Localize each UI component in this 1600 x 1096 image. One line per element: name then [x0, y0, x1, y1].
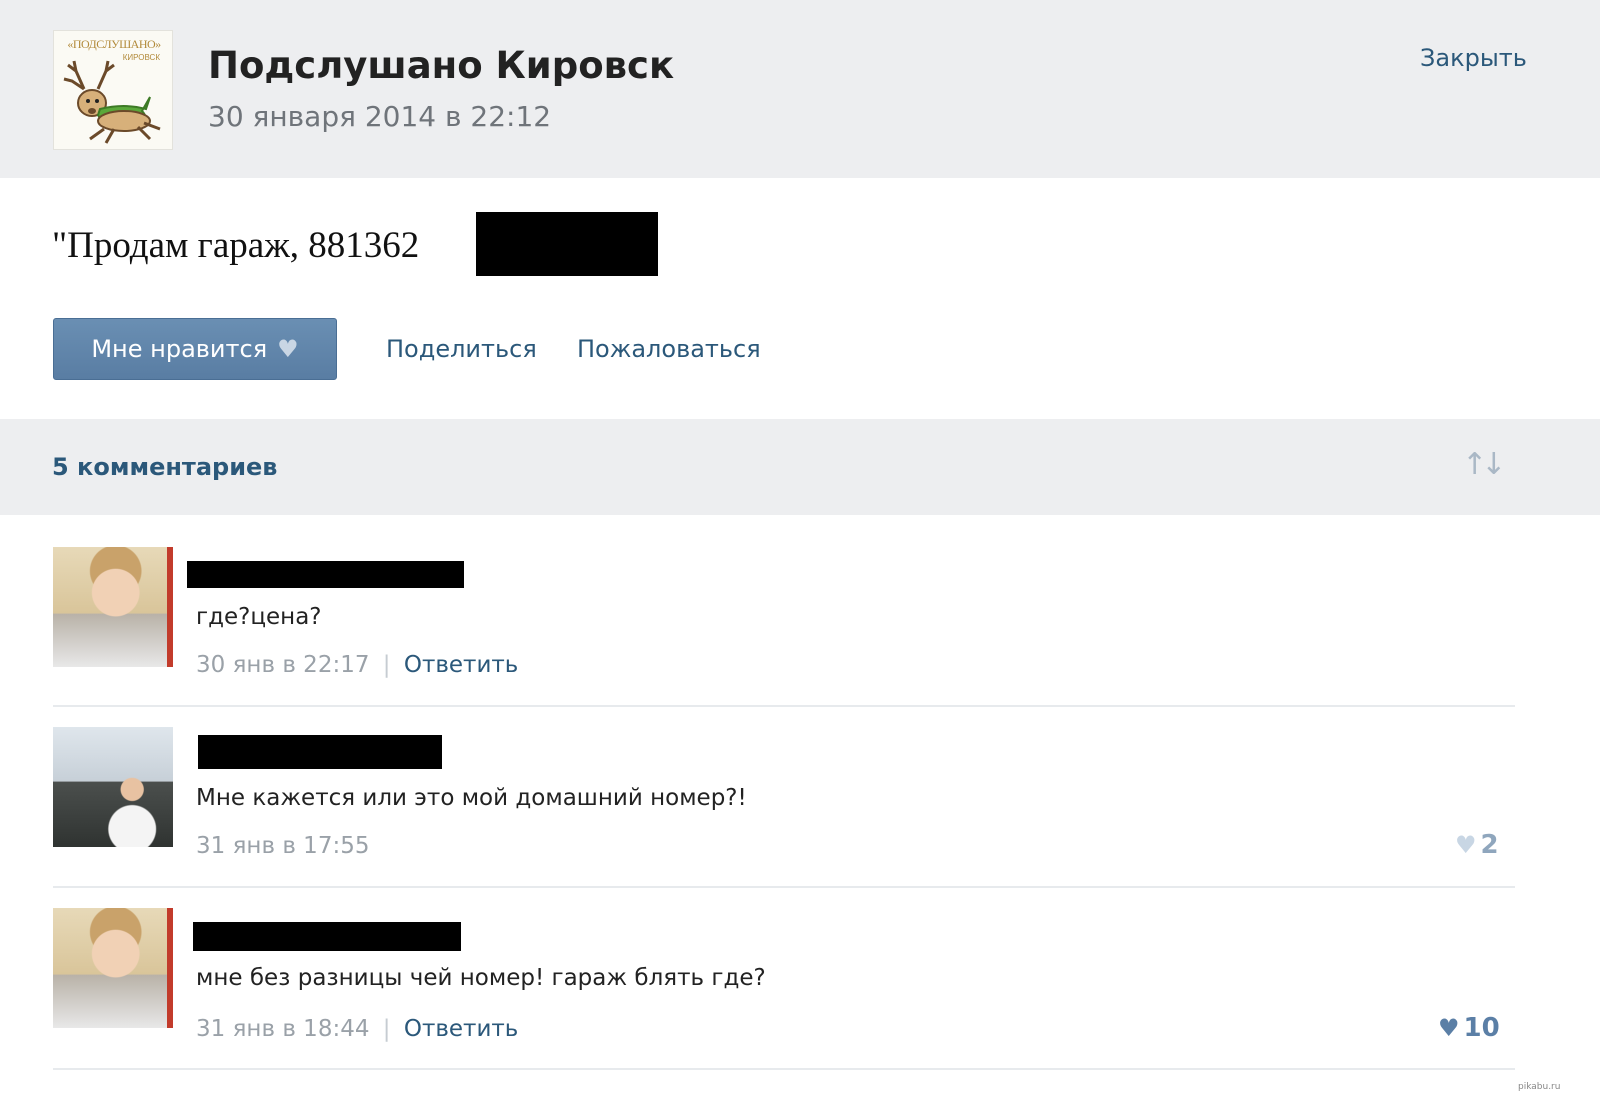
comment-like-counter[interactable]: ♥ 10 [1438, 1013, 1500, 1043]
comment-author-avatar[interactable] [53, 908, 173, 1028]
sort-arrows-icon[interactable]: ↑↓ [1462, 447, 1506, 482]
comments-count[interactable]: 5 комментариев [52, 453, 278, 481]
reply-link[interactable]: Ответить [404, 652, 519, 678]
comment-text: Мне кажется или это мой домашний номер?! [196, 785, 747, 811]
reindeer-icon [63, 60, 161, 144]
heart-icon: ♥ [1438, 1014, 1460, 1042]
post-date[interactable]: 30 января 2014 в 22:12 [208, 100, 551, 133]
like-button[interactable]: Мне нравится ♥ [53, 318, 337, 380]
comment-divider [53, 705, 1515, 707]
share-link[interactable]: Поделиться [386, 335, 537, 363]
comment-time[interactable]: 30 янв в 22:17 [196, 652, 369, 678]
like-button-label: Мне нравится [91, 335, 268, 363]
reply-link[interactable]: Ответить [404, 1016, 519, 1042]
redacted-author-name [198, 735, 442, 769]
comment-divider [53, 1068, 1515, 1070]
comment-meta: 31 янв в 17:55 [196, 833, 369, 859]
comment-time[interactable]: 31 янв в 17:55 [196, 833, 369, 859]
group-name[interactable]: Подслушано Кировск [208, 44, 674, 87]
report-link[interactable]: Пожаловаться [577, 335, 761, 363]
meta-separator: | [382, 652, 391, 678]
heart-icon: ♥ [277, 335, 299, 363]
meta-separator: | [382, 1016, 391, 1042]
comment-like-counter[interactable]: ♥ 2 [1455, 830, 1499, 860]
comment-time[interactable]: 31 янв в 18:44 [196, 1016, 369, 1042]
comment-meta: 30 янв в 22:17 | Ответить [196, 652, 518, 678]
post-header [0, 0, 1600, 178]
redacted-phone-block [476, 212, 658, 276]
avatar-logo-text: «ПОДСЛУШАНО» [67, 37, 161, 51]
comment-author-avatar[interactable] [53, 547, 173, 667]
redacted-author-name [193, 922, 461, 951]
redacted-author-name [187, 561, 464, 588]
comment-meta: 31 янв в 18:44 | Ответить [196, 1016, 518, 1042]
group-avatar[interactable]: «ПОДСЛУШАНО» КИРОВСК [53, 30, 173, 150]
comment-text: где?цена? [196, 604, 322, 630]
watermark: pikabu.ru [1518, 1082, 1561, 1092]
like-count: 10 [1463, 1013, 1500, 1043]
comment-author-avatar[interactable] [53, 727, 173, 847]
comment-text: мне без разницы чей номер! гараж блять г… [196, 965, 766, 991]
close-link[interactable]: Закрыть [1420, 44, 1527, 72]
comment-divider [53, 886, 1515, 888]
post-text: "Продам гараж, 881362 [52, 225, 420, 266]
like-count: 2 [1480, 830, 1499, 860]
heart-icon: ♥ [1455, 831, 1477, 859]
